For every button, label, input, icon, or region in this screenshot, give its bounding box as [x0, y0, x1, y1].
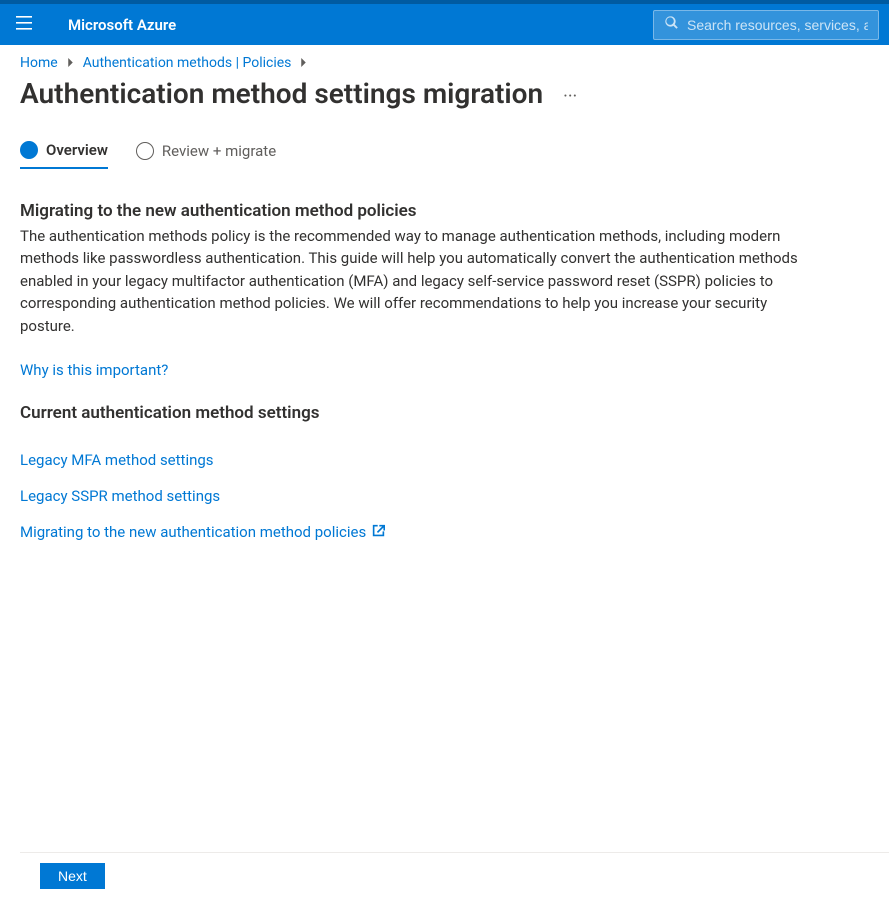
- search-icon: [664, 15, 687, 34]
- brand-label[interactable]: Microsoft Azure: [68, 16, 176, 34]
- external-link-icon: [372, 523, 385, 541]
- more-actions-button[interactable]: ···: [563, 82, 577, 106]
- chevron-right-icon: [66, 55, 75, 71]
- breadcrumb-authmethods[interactable]: Authentication methods | Policies: [83, 55, 292, 71]
- step-review-migrate[interactable]: Review + migrate: [136, 141, 276, 169]
- migrate-policies-link-label: Migrating to the new authentication meth…: [20, 523, 366, 541]
- global-header: Microsoft Azure: [0, 4, 889, 45]
- menu-icon: [16, 16, 32, 34]
- wizard-steps: Overview Review + migrate: [0, 111, 889, 169]
- more-horizontal-icon: ···: [563, 86, 577, 107]
- section-body-migrating: The authentication methods policy is the…: [20, 225, 800, 338]
- step-review-label: Review + migrate: [162, 142, 276, 160]
- wizard-footer: Next: [20, 852, 889, 917]
- hamburger-menu-button[interactable]: [0, 4, 48, 45]
- next-button[interactable]: Next: [40, 863, 105, 889]
- breadcrumb: Home Authentication methods | Policies: [0, 45, 889, 71]
- step-overview-label: Overview: [46, 141, 108, 159]
- step-indicator-icon: [136, 142, 154, 160]
- legacy-sspr-link[interactable]: Legacy SSPR method settings: [20, 487, 220, 505]
- migrate-policies-link[interactable]: Migrating to the new authentication meth…: [20, 523, 385, 541]
- page-title: Authentication method settings migration: [20, 77, 543, 111]
- legacy-mfa-link[interactable]: Legacy MFA method settings: [20, 451, 214, 469]
- section-heading-current: Current authentication method settings: [20, 403, 800, 423]
- why-important-link[interactable]: Why is this important?: [20, 361, 168, 379]
- page-title-row: Authentication method settings migration…: [0, 71, 889, 111]
- search-input[interactable]: [687, 17, 868, 33]
- step-indicator-icon: [20, 141, 38, 159]
- content-area: Migrating to the new authentication meth…: [0, 169, 820, 542]
- chevron-right-icon: [299, 55, 308, 71]
- breadcrumb-home[interactable]: Home: [20, 55, 58, 71]
- step-overview[interactable]: Overview: [20, 141, 108, 169]
- section-heading-migrating: Migrating to the new authentication meth…: [20, 201, 800, 221]
- global-search[interactable]: [653, 10, 879, 40]
